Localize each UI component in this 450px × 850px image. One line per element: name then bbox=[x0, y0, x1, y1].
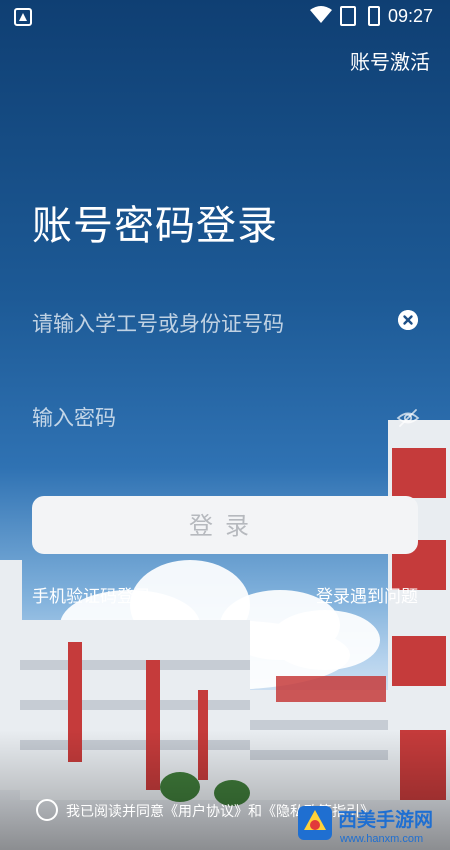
login-button[interactable]: 登录 bbox=[32, 496, 418, 554]
battery-icon bbox=[368, 6, 380, 26]
watermark-brand: 西美手游网 bbox=[338, 808, 433, 831]
account-activate-link[interactable]: 账号激活 bbox=[350, 46, 430, 75]
username-field bbox=[32, 302, 420, 346]
watermark-url: www.hanxm.com bbox=[339, 833, 423, 845]
password-field bbox=[32, 396, 420, 440]
username-input[interactable] bbox=[32, 302, 382, 346]
watermark-logo: 西美手游网 www.hanxm.com bbox=[298, 806, 433, 845]
agreement-and: 和 bbox=[248, 804, 262, 820]
status-time: 09:27 bbox=[388, 6, 434, 26]
status-bar: 09:27 bbox=[0, 0, 450, 34]
clear-icon[interactable] bbox=[398, 310, 418, 330]
eye-slash-icon[interactable] bbox=[396, 406, 420, 430]
sms-login-link[interactable]: 手机验证码登录 bbox=[32, 582, 151, 607]
page-title: 账号密码登录 bbox=[32, 203, 278, 249]
agreement-prefix: 我已阅读并同意 bbox=[66, 804, 164, 820]
agree-radio[interactable] bbox=[36, 799, 58, 821]
user-agreement-link[interactable]: 《用户协议》 bbox=[164, 804, 248, 820]
login-problem-link[interactable]: 登录遇到问题 bbox=[316, 582, 418, 607]
sim-icon bbox=[340, 6, 356, 26]
notification-icon bbox=[14, 8, 32, 26]
wifi-icon bbox=[310, 6, 332, 23]
password-input[interactable] bbox=[32, 396, 382, 440]
